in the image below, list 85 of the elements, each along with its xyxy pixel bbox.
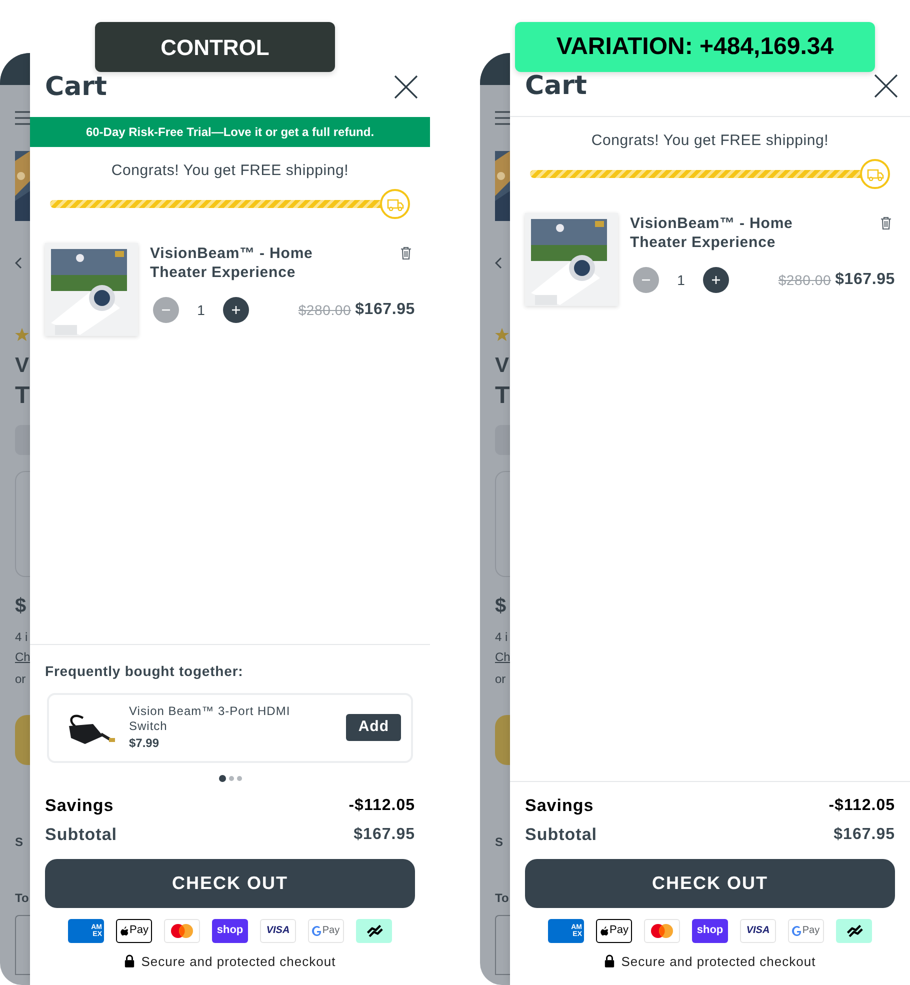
- title-text: V: [15, 353, 30, 379]
- title-text: T: [15, 381, 30, 411]
- title-text: V: [495, 353, 510, 379]
- g-icon: [792, 926, 802, 936]
- plus-button[interactable]: [223, 297, 249, 323]
- product-price: $7.99: [129, 735, 160, 751]
- minus-icon: [162, 309, 170, 311]
- info-text: or: [15, 671, 27, 687]
- card-label: Pay: [130, 923, 148, 938]
- product-name[interactable]: Vision Beam™ 3-Port HDMI Switch: [129, 704, 319, 734]
- cart-title: Cart: [45, 73, 107, 101]
- title-text: T: [495, 381, 510, 411]
- info-text: 4 i: [15, 629, 29, 645]
- product-name[interactable]: VisionBeam™ - Home Theater Experience: [150, 243, 350, 282]
- compare-price: $280.00: [298, 300, 352, 320]
- card-label: Pay: [802, 924, 820, 938]
- price-text: $: [495, 595, 508, 617]
- plus-icon: [232, 306, 240, 314]
- shop-pay-card-icon: shop: [212, 918, 248, 942]
- link-text[interactable]: Ch: [15, 649, 30, 665]
- chevron-left-icon[interactable]: [495, 257, 502, 269]
- cart-title: Cart: [525, 72, 587, 100]
- secure-note: Secure and protected checkout: [621, 952, 816, 971]
- shipping-message: Congrats! You get FREE shipping!: [110, 161, 350, 181]
- trial-banner: 60-Day Risk-Free Trial—Love it or get a full refund.: [30, 117, 430, 147]
- trash-icon[interactable]: [400, 246, 412, 260]
- truck-icon: [386, 198, 404, 210]
- card-label: Pay: [322, 924, 340, 938]
- summary-value: $167.95: [834, 825, 895, 845]
- section-heading: Frequently bought together:: [45, 662, 244, 681]
- summary-value: $167.95: [354, 825, 415, 845]
- checkout-button[interactable]: CHECK OUT: [45, 858, 415, 908]
- shop-pay-card-icon: shop: [692, 918, 728, 942]
- summary-label: Subtotal: [45, 824, 117, 846]
- lock-icon: [604, 954, 616, 968]
- sale-price: $167.95: [355, 300, 415, 320]
- chevron-left-icon[interactable]: [15, 257, 22, 269]
- quantity-value: 1: [196, 300, 206, 320]
- menu-icon[interactable]: [15, 111, 30, 125]
- header-bar: [0, 53, 30, 85]
- arrows-icon: [365, 924, 383, 938]
- apple-icon: [120, 926, 129, 936]
- summary-label: Subtotal: [525, 824, 597, 846]
- secure-note: Secure and protected checkout: [141, 952, 336, 971]
- header-bar: [480, 53, 510, 85]
- visa-card-icon: VISA: [260, 918, 296, 942]
- add-button[interactable]: Add: [346, 714, 401, 741]
- summary-label: Savings: [525, 795, 594, 818]
- minus-icon: [642, 279, 650, 281]
- lock-icon: [124, 954, 136, 968]
- g-icon: [312, 926, 322, 936]
- summary-value: -$112.05: [348, 796, 415, 816]
- visa-card-icon: VISA: [740, 918, 776, 942]
- close-icon[interactable]: [394, 75, 418, 99]
- variant-badge: VARIATION: +484,169.34: [515, 22, 875, 72]
- truck-icon: [866, 168, 884, 180]
- circles-icon: [651, 924, 673, 938]
- trash-icon[interactable]: [880, 216, 892, 230]
- info-text: S: [495, 835, 504, 849]
- arrows-icon: [845, 924, 863, 938]
- shipping-message: Congrats! You get FREE shipping!: [590, 131, 830, 151]
- compare-price: $280.00: [778, 270, 832, 290]
- product-name[interactable]: VisionBeam™ - Home Theater Experience: [630, 213, 830, 252]
- section-heading: To: [15, 890, 30, 907]
- variant-badge: CONTROL: [95, 22, 335, 72]
- info-text: 4 i: [495, 629, 509, 645]
- checkout-button[interactable]: CHECK OUT: [525, 858, 895, 908]
- quantity-value: 1: [676, 270, 686, 290]
- star-icon: [495, 328, 509, 341]
- close-icon[interactable]: [874, 74, 898, 98]
- star-icon: [15, 328, 29, 341]
- plus-icon: [712, 276, 720, 284]
- menu-icon[interactable]: [495, 111, 510, 125]
- section-heading: To: [495, 890, 510, 907]
- info-text: or: [495, 671, 507, 687]
- price-text: $: [15, 595, 28, 617]
- apple-icon: [600, 926, 609, 936]
- link-text[interactable]: Ch: [495, 649, 510, 665]
- sale-price: $167.95: [835, 270, 895, 290]
- summary-label: Savings: [45, 795, 114, 818]
- summary-value: -$112.05: [828, 796, 895, 816]
- info-text: S: [15, 835, 24, 849]
- plus-button[interactable]: [703, 267, 729, 293]
- card-label: Pay: [610, 923, 628, 938]
- circles-icon: [171, 924, 193, 938]
